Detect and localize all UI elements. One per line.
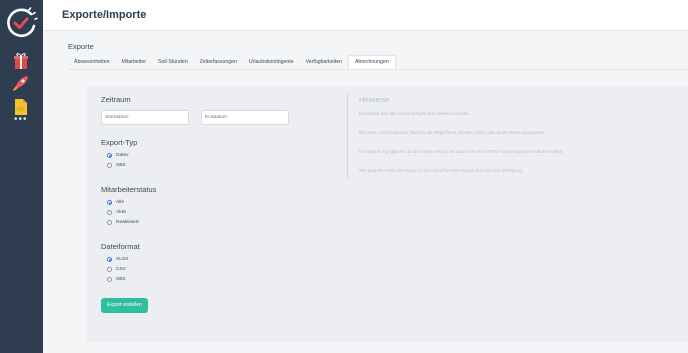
hint-line: Bei Start- und Enddatum hast Du die Mögl…	[359, 130, 546, 135]
radio-datev[interactable]: Datev	[107, 152, 129, 159]
radio-label: SBS	[116, 163, 126, 168]
zeitraum-heading: Zeitraum	[101, 95, 131, 104]
radio-sbs-export[interactable]: SBS	[107, 162, 126, 169]
radio-deaktiviert[interactable]: Deaktiviert	[107, 219, 139, 226]
radio-button[interactable]	[107, 220, 112, 225]
tab-soll-stunden[interactable]: Soll-Stunden	[152, 55, 194, 70]
dateiformat-heading: Dateiformat	[101, 242, 140, 251]
radio-label: Alle	[116, 200, 124, 205]
more-icon[interactable]: •••	[14, 115, 28, 125]
mitarbeiterstatus-heading: Mitarbeiterstatus	[101, 185, 157, 194]
radio-label: Deaktiviert	[116, 220, 139, 225]
radio-button[interactable]	[107, 277, 112, 282]
radio-button[interactable]	[107, 210, 112, 215]
export-typ-heading: Export-Typ	[101, 138, 138, 147]
tab-divider	[68, 69, 688, 70]
radio-label: Aktiv	[116, 210, 127, 215]
radio-label: Datev	[116, 153, 129, 158]
hint-line: Der Export-Typ gibt an, ob die Daten ein…	[359, 149, 564, 154]
radio-button[interactable]	[107, 163, 112, 168]
top-header: Exporte/Importe	[43, 0, 688, 31]
tab-urlaubskontingente[interactable]: Urlaubskontingente	[243, 55, 300, 70]
radio-button[interactable]	[107, 257, 112, 262]
rocket-icon[interactable]	[11, 73, 31, 93]
radio-button[interactable]	[107, 200, 112, 205]
gift-icon[interactable]	[11, 51, 31, 71]
tab-abrechnungen[interactable]: Abrechnungen	[347, 55, 396, 70]
sidebar: •••	[0, 0, 43, 353]
page-title: Exporte/Importe	[62, 9, 147, 21]
hints-heading: Hinweise	[359, 95, 390, 104]
radio-csv[interactable]: CSV	[107, 266, 126, 273]
startdatum-input[interactable]	[101, 110, 189, 125]
export-erstellen-button[interactable]: Export erstellen	[101, 298, 148, 313]
radio-aktiv[interactable]: Aktiv	[107, 209, 126, 216]
radio-label: XLSX	[116, 257, 129, 262]
radio-alle[interactable]: Alle	[107, 199, 124, 206]
radio-sbs-format[interactable]: SBS	[107, 276, 126, 283]
tab-bar: Abwesenheiten Mitarbeiter Soll-Stunden Z…	[68, 55, 396, 70]
hint-line: Exportiere hier alle Abrechnungen aus di…	[359, 111, 470, 116]
radio-button[interactable]	[107, 153, 112, 158]
hints-divider	[347, 94, 348, 178]
tab-zeiterfassungen[interactable]: Zeiterfassungen	[194, 55, 243, 70]
radio-label: SBS	[116, 277, 126, 282]
hint-line: Wie gewohnt steht der Export in den Date…	[359, 168, 524, 173]
section-title: Exporte	[68, 42, 94, 51]
tab-mitarbeiter[interactable]: Mitarbeiter	[115, 55, 152, 70]
radio-button[interactable]	[107, 267, 112, 272]
radio-label: CSV	[116, 267, 126, 272]
tab-abwesenheiten[interactable]: Abwesenheiten	[68, 55, 115, 70]
radio-xlsx[interactable]: XLSX	[107, 256, 128, 263]
tab-verfuegbarkeiten[interactable]: Verfügbarkeiten	[300, 55, 348, 70]
clock-check-logo-icon[interactable]	[5, 6, 38, 39]
enddatum-input[interactable]	[201, 110, 289, 125]
